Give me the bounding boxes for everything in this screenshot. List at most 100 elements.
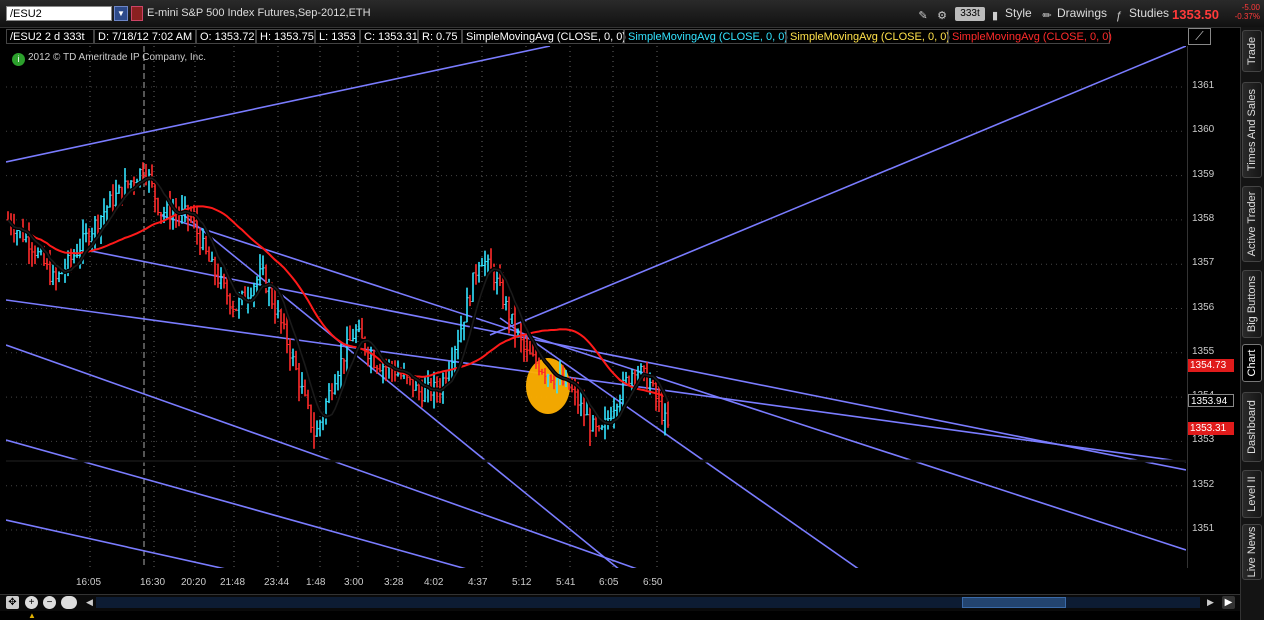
time-axis-label: 6:50 (643, 577, 663, 588)
symbol-input[interactable]: /ESU2 (6, 6, 112, 21)
candlestick-icon: ▮ (991, 10, 999, 22)
symbol-description: E-mini S&P 500 Index Futures,Sep-2012,ET… (147, 7, 371, 19)
wrench-icon: ✎ (918, 10, 928, 22)
symbol-link-icon[interactable] (131, 6, 143, 21)
zoom-out-button[interactable]: − (43, 596, 56, 609)
reset-view-button[interactable] (61, 596, 77, 609)
tools-button[interactable]: ✎ (916, 5, 933, 22)
trendline (5, 519, 231, 571)
trendline (5, 299, 1187, 463)
expand-icon: ▶ (1224, 597, 1233, 608)
gear-icon: ⚙ (937, 10, 947, 22)
price-tag-last: 1353.31 (1188, 421, 1234, 435)
info-date: D: 7/18/12 7:02 AM (94, 29, 196, 44)
price-axis-label: 1359 (1192, 168, 1215, 180)
studies-label: Studies (1129, 6, 1170, 20)
pan-button[interactable]: ✥ (6, 596, 19, 609)
time-axis-label: 1:48 (306, 577, 326, 588)
tab-chart-label: Chart (1246, 349, 1258, 377)
style-label: Style (1005, 6, 1032, 20)
time-axis-label: 16:30 (140, 577, 166, 588)
time-axis-label: 6:05 (599, 577, 619, 588)
settings-button[interactable]: ⚙ (935, 5, 952, 22)
trendline (159, 214, 1187, 551)
pencil-icon: ✏ (1042, 10, 1052, 22)
info-range: R: 0.75 (418, 29, 462, 44)
scroll-left-button[interactable]: ◀ (86, 597, 93, 608)
price-axis-label: 1358 (1192, 212, 1215, 224)
trendline (5, 439, 471, 571)
price-change: -5.00 -0.37% (1230, 3, 1260, 21)
arrow-left-icon: ◀ (86, 597, 93, 607)
collapse-panel-button[interactable]: ▲ (28, 611, 36, 620)
symbol-dropdown-button[interactable]: ▼ (114, 6, 128, 21)
price-axis-label: 1356 (1192, 301, 1215, 313)
time-axis-label: 3:00 (344, 577, 364, 588)
study-label-white[interactable]: SimpleMovingAvg (CLOSE, 0, 0) (462, 29, 626, 44)
tab-level-ii-label: Level II (1246, 476, 1258, 512)
time-axis-label: 20:20 (181, 577, 207, 588)
tab-live-news[interactable]: Live News (1242, 524, 1262, 580)
time-axis-label: 16:05 (76, 577, 102, 588)
info-symbol: /ESU2 2 d 333t (6, 29, 94, 44)
tab-trade[interactable]: Trade (1242, 30, 1262, 72)
aggregation-button[interactable]: 333t (955, 7, 985, 21)
time-axis-label: 5:12 (512, 577, 532, 588)
copyright-text: 2012 © TD Ameritrade IP Company, Inc. (28, 52, 207, 63)
chart-info-bar: /ESU2 2 d 333t D: 7/18/12 7:02 AM O: 135… (6, 29, 1186, 44)
chart-canvas[interactable] (5, 45, 1187, 571)
price-chart[interactable] (5, 45, 1187, 571)
info-close: C: 1353.31 (360, 29, 418, 44)
price-tag-sma-red: 1354.73 (1188, 358, 1234, 372)
price-axis-label: 1355 (1192, 345, 1215, 357)
zoom-in-icon: + (28, 597, 35, 608)
price-axis-label: 1357 (1192, 257, 1215, 269)
tab-live-news-label: Live News (1246, 526, 1258, 578)
trendline (489, 45, 1187, 336)
zoom-in-button[interactable]: + (25, 596, 38, 609)
scroll-thumb[interactable] (962, 597, 1066, 608)
change-value: -5.00 (1241, 3, 1260, 12)
study-label-cyan[interactable]: SimpleMovingAvg (CLOSE, 0, 0) (624, 29, 788, 44)
info-low: L: 1353 (315, 29, 360, 44)
drawing-tool-button[interactable]: ⟋ (1188, 28, 1211, 45)
tab-trade-label: Trade (1246, 36, 1258, 66)
scroll-right-button[interactable]: ▶ (1207, 597, 1214, 608)
studies-button[interactable]: ƒ Studies (1112, 5, 1169, 22)
study-label-red[interactable]: SimpleMovingAvg (CLOSE, 0, 0) (948, 29, 1112, 44)
time-axis-label: 21:48 (220, 577, 246, 588)
time-axis-label: 23:44 (264, 577, 290, 588)
price-axis-label: 1360 (1192, 124, 1215, 136)
tab-dashboard[interactable]: Dashboard (1242, 392, 1262, 462)
trendline (85, 249, 1187, 471)
tab-active-trader-label: Active Trader (1246, 191, 1258, 257)
studies-icon: ƒ (1115, 10, 1123, 22)
price-axis-label: 1353 (1192, 434, 1215, 446)
tab-big-buttons[interactable]: Big Buttons (1242, 270, 1262, 338)
tab-chart[interactable]: Chart (1242, 344, 1262, 382)
info-open: O: 1353.72 (196, 29, 256, 44)
time-axis-label: 4:02 (424, 577, 444, 588)
arrow-right-icon: ▶ (1207, 597, 1214, 607)
expand-right-button[interactable]: ▶ (1222, 596, 1235, 609)
info-high: H: 1353.75 (256, 29, 315, 44)
study-label-yellow[interactable]: SimpleMovingAvg (CLOSE, 0, 0) (786, 29, 950, 44)
style-button[interactable]: ▮ Style (988, 5, 1032, 22)
tab-big-buttons-label: Big Buttons (1246, 275, 1258, 333)
trendline-icon: ⟋ (1195, 29, 1204, 43)
drawings-button[interactable]: ✏ Drawings (1040, 5, 1107, 22)
price-axis-label: 1361 (1192, 80, 1215, 91)
tab-active-trader[interactable]: Active Trader (1242, 186, 1262, 262)
tab-level-ii[interactable]: Level II (1242, 470, 1262, 518)
price-tag-sma-black: 1353.94 (1188, 393, 1234, 407)
move-icon: ✥ (8, 597, 17, 608)
price-axis-label: 1351 (1192, 523, 1215, 534)
zoom-out-icon: − (46, 597, 53, 608)
tab-times-and-sales[interactable]: Times And Sales (1242, 82, 1262, 178)
tab-dashboard-label: Dashboard (1246, 400, 1258, 454)
time-axis-label: 5:41 (556, 577, 576, 588)
change-percent: -0.37% (1234, 12, 1260, 21)
chevron-up-icon: ▲ (28, 611, 36, 620)
drawings-label: Drawings (1057, 6, 1108, 20)
time-axis-label: 4:37 (468, 577, 488, 588)
